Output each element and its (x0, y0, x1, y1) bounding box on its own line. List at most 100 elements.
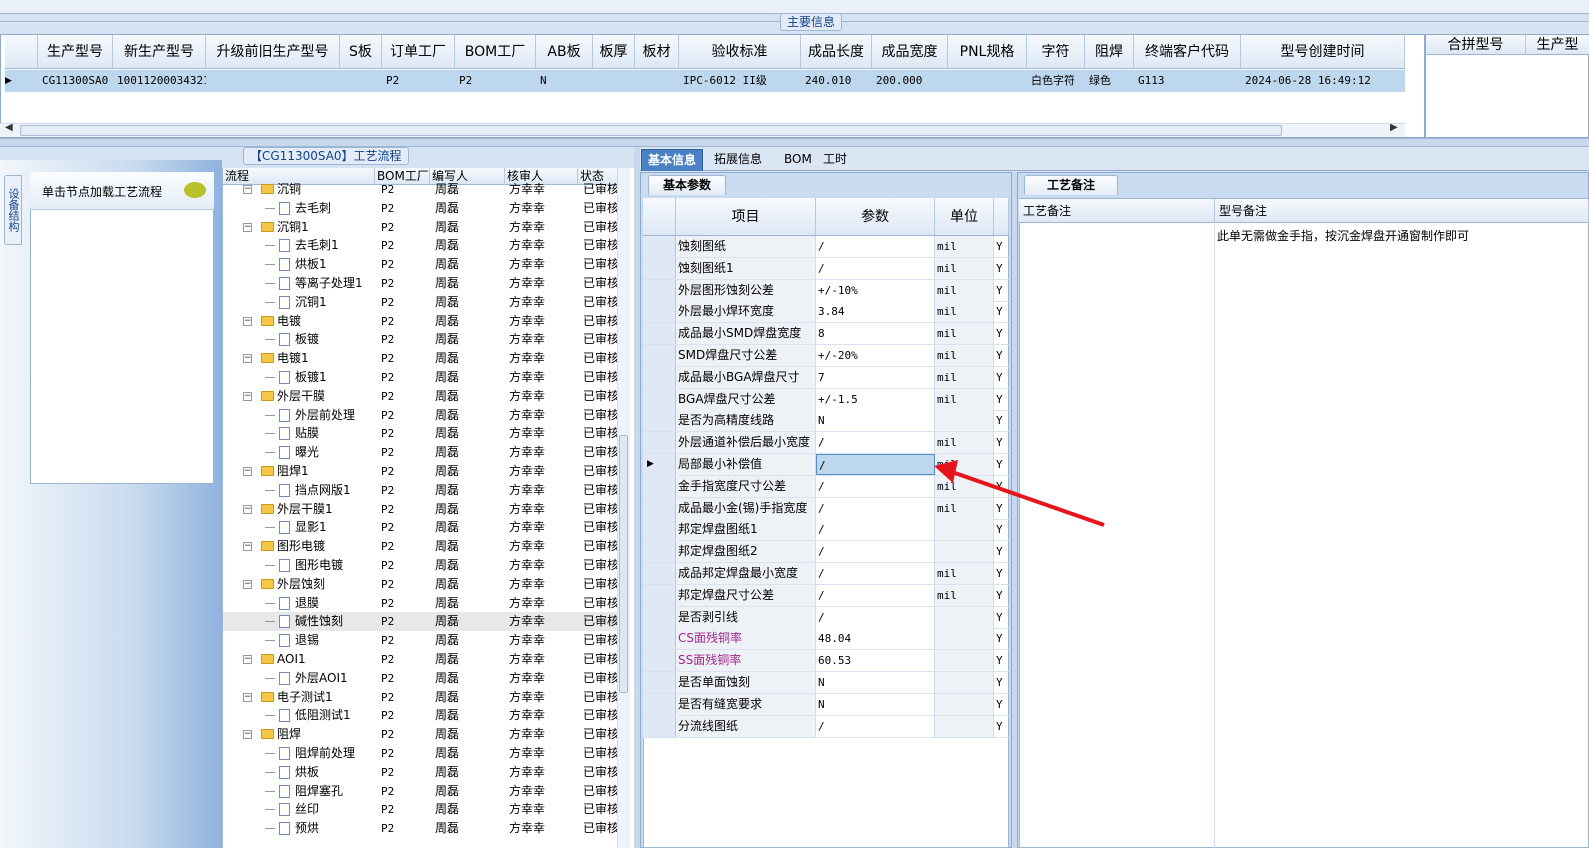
flow-row[interactable]: − 外层干膜 P2 周磊 方幸幸 已审核 (223, 387, 623, 406)
tab-extended-info[interactable]: 拓展信息 (708, 149, 768, 171)
flow-row[interactable]: 去毛刺1 P2 周磊 方幸幸 已审核 (223, 236, 623, 255)
row-selector[interactable] (643, 301, 676, 323)
param-row[interactable]: 成品最小SMD焊盘宽度 8 mil Y (643, 323, 1009, 346)
main-info-cell[interactable]: P2 (382, 70, 455, 92)
flow-row[interactable]: 预烘 P2 周磊 方幸幸 已审核 (223, 819, 623, 838)
param-value-cell[interactable]: / (816, 606, 935, 628)
flow-row[interactable]: 显影1 P2 周磊 方幸幸 已审核 (223, 518, 623, 537)
flow-row[interactable]: − 外层干膜1 P2 周磊 方幸幸 已审核 (223, 500, 623, 519)
param-value-cell[interactable]: 8 (816, 323, 935, 345)
tree-expand-icon[interactable]: − (243, 504, 252, 514)
flow-row[interactable]: − 沉铜 P2 周磊 方幸幸 已审核 (223, 180, 623, 199)
param-value-cell[interactable]: / (816, 541, 935, 563)
flow-row[interactable]: 去毛刺 P2 周磊 方幸幸 已审核 (223, 199, 623, 218)
main-info-cell[interactable]: 200.000 (872, 70, 948, 92)
row-selector[interactable] (643, 388, 676, 410)
param-value-cell[interactable]: / (816, 236, 935, 257)
flow-row[interactable]: 退锡 P2 周磊 方幸幸 已审核 (223, 631, 623, 650)
row-selector[interactable] (643, 257, 676, 279)
flow-row[interactable]: − AOI1 P2 周磊 方幸幸 已审核 (223, 650, 623, 669)
row-selector[interactable] (643, 672, 676, 693)
tree-expand-icon[interactable]: − (243, 579, 252, 589)
flow-row[interactable]: 阻焊塞孔 P2 周磊 方幸幸 已审核 (223, 782, 623, 801)
row-selector[interactable] (643, 432, 676, 454)
flow-row[interactable]: − 电镀 P2 周磊 方幸幸 已审核 (223, 312, 623, 331)
tree-expand-icon[interactable]: − (243, 391, 252, 401)
flow-row[interactable]: 等离子处理1 P2 周磊 方幸幸 已审核 (223, 274, 623, 293)
param-value-cell[interactable]: / (816, 454, 935, 475)
param-value-cell[interactable]: / (816, 584, 935, 606)
tree-expand-icon[interactable]: − (243, 185, 252, 194)
param-value-cell[interactable]: / (816, 475, 935, 497)
model-note-text[interactable]: 此单无需做金手指，按沉金焊盘开通窗制作即可 (1217, 227, 1469, 244)
flow-row[interactable]: 退膜 P2 周磊 方幸幸 已审核 (223, 594, 623, 613)
row-selector[interactable] (643, 519, 676, 541)
row-selector[interactable] (643, 628, 676, 650)
flow-row[interactable]: − 沉铜1 P2 周磊 方幸幸 已审核 (223, 218, 623, 237)
param-row[interactable]: 邦定焊盘尺寸公差 / mil Y (643, 584, 1009, 607)
flow-row[interactable]: 阻焊前处理 P2 周磊 方幸幸 已审核 (223, 744, 623, 763)
row-selector[interactable] (643, 584, 676, 606)
tab-work-hours[interactable]: 工时 (817, 149, 853, 171)
row-selector[interactable] (643, 497, 676, 519)
equipment-structure-tab[interactable]: 设备结构 (4, 175, 22, 245)
tab-basic-info[interactable]: 基本信息 (641, 149, 704, 171)
main-info-cell[interactable]: 2024-06-28 16:49:12 (1241, 70, 1405, 92)
param-value-cell[interactable]: N (816, 410, 935, 432)
param-row[interactable]: 邦定焊盘图纸1/ Y (643, 519, 1009, 542)
param-row[interactable]: 成品最小BGA焊盘尺寸 7 mil Y (643, 366, 1009, 389)
tree-expand-icon[interactable]: − (243, 222, 252, 232)
row-selector[interactable] (643, 236, 676, 257)
main-info-cell[interactable]: 10011200034321 (113, 70, 206, 92)
tree-expand-icon[interactable]: − (243, 316, 252, 326)
main-info-cell[interactable]: CG11300SA0 (38, 70, 113, 92)
param-value-cell[interactable]: +/-20% (816, 345, 935, 366)
main-info-cell[interactable]: N (536, 70, 593, 92)
scroll-right-icon[interactable]: ▶ (1390, 122, 1398, 133)
param-row[interactable]: 外层最小焊环宽度 3.84 mil Y (643, 301, 1009, 324)
param-row[interactable]: 是否为高精度线路 N Y (643, 410, 1009, 433)
scroll-left-icon[interactable]: ◀ (5, 122, 13, 133)
flow-row[interactable]: 碱性蚀刻 P2 周磊 方幸幸 已审核 (223, 612, 623, 632)
flow-row[interactable]: 外层前处理 P2 周磊 方幸幸 已审核 (223, 406, 623, 425)
row-selector[interactable] (643, 563, 676, 584)
main-info-cell[interactable]: IPC-6012 II级 (679, 70, 801, 92)
param-value-cell[interactable]: / (816, 432, 935, 454)
row-selector[interactable]: ▶ (643, 454, 676, 475)
row-selector[interactable] (643, 475, 676, 497)
row-selector[interactable] (643, 606, 676, 628)
param-row[interactable]: CS面残铜率 48.04 Y (643, 628, 1009, 651)
flow-row[interactable]: 低阻测试1 P2 周磊 方幸幸 已审核 (223, 706, 623, 725)
main-info-cell[interactable]: 240.010 (801, 70, 872, 92)
param-value-cell[interactable]: / (816, 257, 935, 279)
param-value-cell[interactable]: N (816, 672, 935, 693)
flow-row[interactable]: − 图形电镀 P2 周磊 方幸幸 已审核 (223, 537, 623, 556)
param-value-cell[interactable]: / (816, 715, 935, 737)
flow-row[interactable]: 板镀 P2 周磊 方幸幸 已审核 (223, 330, 623, 349)
flow-load-header[interactable]: 单击节点加载工艺流程 (30, 172, 214, 210)
main-info-cell[interactable]: 绿色 (1085, 70, 1134, 92)
tree-expand-icon[interactable]: − (243, 692, 252, 702)
flow-row[interactable]: 烘板1 P2 周磊 方幸幸 已审核 (223, 255, 623, 274)
param-row[interactable]: 分流线图纸 / Y (643, 715, 1009, 738)
param-value-cell[interactable]: +/-10% (816, 279, 935, 301)
row-selector[interactable] (643, 345, 676, 366)
param-row[interactable]: BGA焊盘尺寸公差 +/-1.5 mil Y (643, 388, 1009, 411)
flow-row[interactable]: 曝光 P2 周磊 方幸幸 已审核 (223, 443, 623, 462)
flow-row[interactable]: 贴膜 P2 周磊 方幸幸 已审核 (223, 424, 623, 443)
param-row[interactable]: 是否有缝宽要求 N Y (643, 693, 1009, 716)
param-row[interactable]: 成品最小金(锡)手指宽度 / mil Y (643, 497, 1009, 520)
param-value-cell[interactable]: 3.84 (816, 301, 935, 323)
tab-bom[interactable]: BOM (778, 149, 818, 171)
param-row[interactable]: 是否单面蚀刻 N Y (643, 672, 1009, 694)
param-value-cell[interactable]: / (816, 519, 935, 541)
process-note-cell[interactable] (1019, 224, 1215, 848)
param-row[interactable]: 外层通道补偿后最小宽度 / mil Y (643, 432, 1009, 455)
param-value-cell[interactable]: 48.04 (816, 628, 935, 650)
param-row[interactable]: 是否剥引线 / Y (643, 606, 1009, 629)
main-info-cell[interactable]: G113 (1134, 70, 1241, 92)
param-value-cell[interactable]: / (816, 497, 935, 519)
tree-expand-icon[interactable]: − (243, 730, 252, 740)
row-selector[interactable] (643, 410, 676, 432)
param-row[interactable]: SMD焊盘尺寸公差 +/-20% mil Y (643, 345, 1009, 367)
